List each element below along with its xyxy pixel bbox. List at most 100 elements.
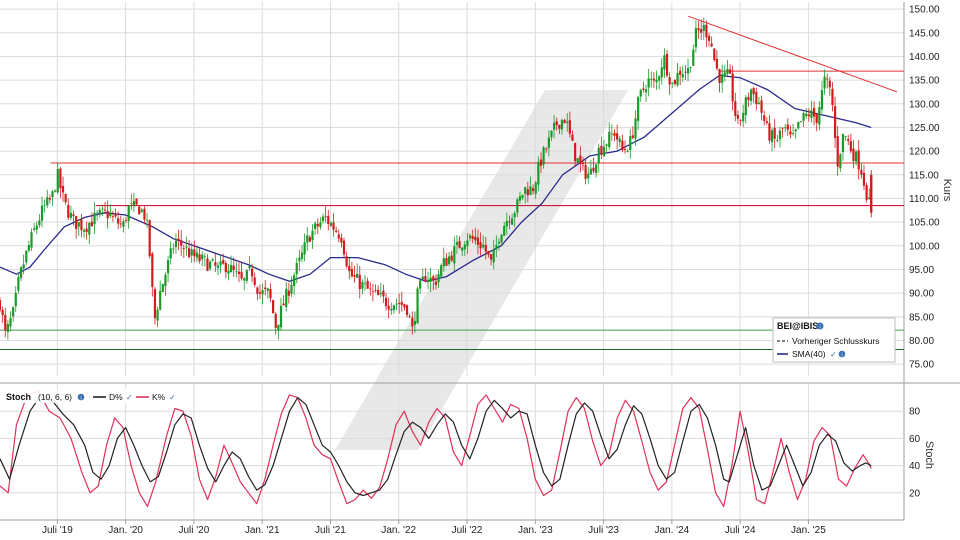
- stoch-params: (10, 6, 6): [38, 392, 72, 402]
- candle-body: [405, 305, 409, 315]
- candle-body: [117, 218, 120, 224]
- candle-body: [124, 219, 128, 221]
- candle-body: [38, 220, 41, 226]
- candle-body: [54, 190, 57, 192]
- candle-body: [715, 58, 719, 69]
- stoch-panel: 20 40 60 80 Stoch Stoch (10, 6, 6) i D% ✓ K…: [0, 384, 935, 520]
- candle-body: [637, 97, 640, 121]
- candle-body: [282, 303, 285, 306]
- candle-body: [232, 265, 235, 270]
- candle-body: [122, 221, 125, 227]
- candle-body: [673, 80, 677, 84]
- candle-body: [799, 120, 803, 122]
- candle-body: [392, 305, 396, 311]
- svg-text:i: i: [819, 325, 820, 331]
- candle-body: [379, 293, 382, 295]
- candle-body: [505, 220, 508, 227]
- candle-body: [51, 191, 54, 198]
- x-tick-label: Juli '23: [588, 525, 619, 536]
- candle-body: [442, 258, 445, 267]
- price-tick-label: 85.00: [909, 312, 934, 323]
- legend-entry-sma: SMA(40): [792, 349, 826, 359]
- candle-body: [786, 124, 789, 130]
- x-tick-label: Jan. '24: [654, 525, 689, 536]
- price-tick-label: 145.00: [909, 28, 940, 39]
- candle-body: [222, 260, 225, 264]
- candle-body: [64, 193, 67, 203]
- candle-body: [190, 249, 193, 256]
- d-check-icon[interactable]: ✓: [126, 393, 133, 402]
- candle-body: [605, 144, 608, 146]
- x-tick-label: Jan. '25: [791, 525, 826, 536]
- candle-body: [211, 259, 214, 261]
- candle-body: [185, 246, 188, 248]
- candle-body: [807, 114, 810, 117]
- candle-body: [545, 148, 548, 150]
- candle-body: [75, 215, 78, 229]
- candle-body: [172, 248, 175, 250]
- candle-body: [208, 261, 212, 269]
- candle-body: [434, 281, 438, 285]
- candle-body: [841, 133, 845, 152]
- candle-body: [40, 205, 44, 221]
- candle-body: [602, 146, 606, 157]
- candle-body: [93, 212, 96, 225]
- svg-text:i: i: [841, 352, 842, 358]
- price-tick-label: 135.00: [909, 76, 940, 87]
- candle-body: [503, 225, 506, 236]
- candle-body: [482, 244, 485, 248]
- price-tick-label: 125.00: [909, 123, 940, 134]
- candle-body: [694, 28, 698, 48]
- candle-body: [411, 317, 414, 327]
- price-tick-label: 110.00: [909, 194, 939, 205]
- candle-body: [403, 304, 406, 308]
- candle-body: [140, 209, 143, 212]
- stoch-tick-label: 20: [909, 488, 921, 499]
- candle-body: [398, 302, 401, 304]
- stoch-tick-label: 60: [909, 434, 921, 445]
- price-tick-label: 90.00: [909, 289, 934, 300]
- sma-check-icon[interactable]: ✓: [830, 350, 837, 359]
- candle-body: [445, 258, 448, 266]
- candle-body: [447, 256, 451, 264]
- candle-body: [219, 261, 222, 266]
- candle-body: [206, 258, 209, 271]
- candle-body: [697, 28, 700, 31]
- candle-body: [119, 223, 122, 225]
- stoch-tick-label: 40: [909, 461, 921, 472]
- candle-body: [621, 140, 624, 150]
- candle-body: [46, 197, 49, 206]
- candle-body: [395, 303, 398, 305]
- candle-body: [85, 228, 88, 232]
- candle-body: [831, 88, 834, 106]
- candle-body: [576, 158, 579, 163]
- candle-body: [765, 121, 768, 123]
- candle-body: [623, 149, 627, 151]
- candle-body: [67, 204, 70, 218]
- candle-body: [584, 164, 587, 179]
- candle-body: [534, 182, 537, 194]
- candle-body: [634, 118, 637, 139]
- candle-body: [789, 131, 792, 135]
- x-tick-label: Juli '20: [178, 525, 209, 536]
- candle-body: [476, 237, 480, 245]
- k-check-icon[interactable]: ✓: [169, 393, 176, 402]
- candle-body: [613, 133, 616, 136]
- candle-body: [742, 112, 745, 122]
- candle-body: [132, 200, 136, 206]
- legend-title: BEI@IBIS: [777, 321, 818, 331]
- candle-body: [235, 271, 238, 273]
- candle-body: [684, 71, 687, 73]
- stoch-tick-label: 80: [909, 407, 921, 418]
- candle-body: [721, 74, 724, 83]
- candle-body: [629, 136, 632, 150]
- legend-entry-prev-close: Vorheriger Schlusskurs: [792, 336, 879, 346]
- candle-body: [314, 223, 317, 229]
- candle-body: [455, 242, 459, 246]
- candle-body: [290, 284, 293, 294]
- candle-body: [658, 76, 661, 81]
- candle-body: [726, 68, 729, 75]
- candle-body: [450, 255, 453, 261]
- candle-body: [610, 133, 613, 135]
- candle-body: [321, 216, 325, 221]
